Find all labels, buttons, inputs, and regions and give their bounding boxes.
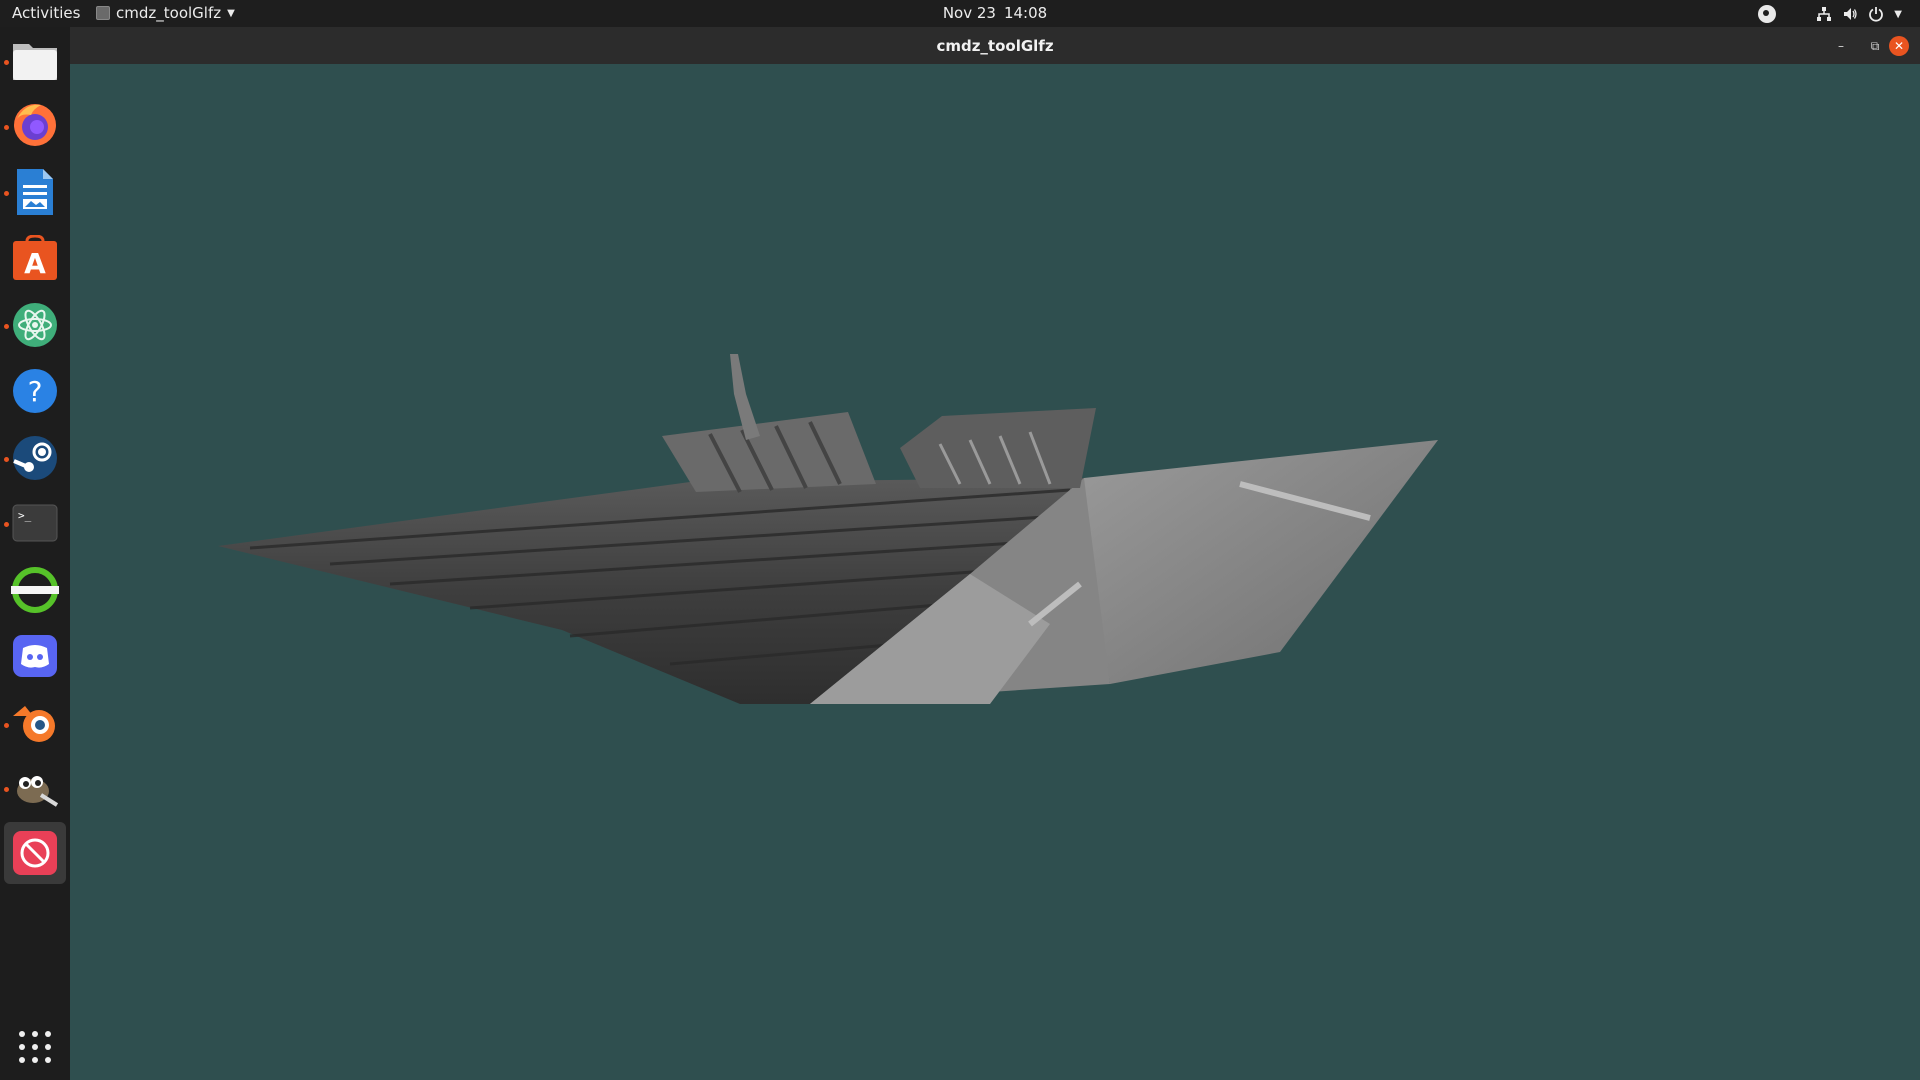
minimize-icon: – xyxy=(1838,39,1844,53)
app-window: cmdz_toolGlfz – ⧉ ✕ xyxy=(70,27,1920,1080)
running-indicator xyxy=(4,522,9,527)
no-entry-icon xyxy=(13,831,57,875)
gimp-icon xyxy=(17,776,59,807)
firefox-icon xyxy=(14,104,56,146)
dock-item-steam[interactable] xyxy=(10,433,60,483)
hull-light-surface xyxy=(1082,440,1438,684)
top-bar: Activities cmdz_toolGlfz ▼ Nov 23 14:08 ▼ xyxy=(0,0,1920,27)
dock-item-files[interactable] xyxy=(10,35,60,85)
files-icon xyxy=(13,44,57,80)
discord-icon xyxy=(13,635,57,677)
running-indicator xyxy=(4,787,9,792)
dock-item-libreoffice-writer[interactable] xyxy=(10,167,60,217)
close-button[interactable]: ✕ xyxy=(1889,36,1909,56)
dock-item-cmdz-toolglfz[interactable] xyxy=(4,822,66,884)
svg-text:A: A xyxy=(24,247,46,280)
dock: A ? >_ xyxy=(0,27,70,1080)
close-icon: ✕ xyxy=(1893,39,1905,53)
restore-button[interactable]: ⧉ xyxy=(1865,36,1885,56)
dock-item-help[interactable]: ? xyxy=(10,366,60,416)
minimize-button[interactable]: – xyxy=(1831,36,1851,56)
chevron-down-icon[interactable]: ▼ xyxy=(1894,9,1902,20)
clock[interactable]: Nov 23 14:08 xyxy=(0,4,1920,22)
running-indicator xyxy=(4,60,9,65)
ring-icon xyxy=(11,567,59,613)
window-titlebar[interactable]: cmdz_toolGlfz – ⧉ ✕ xyxy=(70,27,1920,65)
atom-icon xyxy=(13,303,57,347)
dock-item-terminal[interactable]: >_ xyxy=(10,498,60,548)
clock-time: 14:08 xyxy=(1003,4,1048,22)
steam-icon xyxy=(13,436,57,480)
running-indicator xyxy=(4,457,9,462)
render-viewport[interactable] xyxy=(70,64,1920,1080)
running-indicator xyxy=(4,125,9,130)
running-indicator xyxy=(4,324,9,329)
clock-date: Nov 23 xyxy=(942,4,996,22)
3d-model-render xyxy=(218,354,1438,704)
dock-item-ubuntu-software[interactable]: A xyxy=(10,233,60,283)
svg-text:?: ? xyxy=(28,375,43,408)
help-icon: ? xyxy=(13,369,57,413)
running-indicator xyxy=(4,723,9,728)
volume-icon[interactable] xyxy=(1842,6,1858,22)
dock-item-firefox[interactable] xyxy=(10,100,60,150)
blender-icon xyxy=(13,706,55,742)
system-tray[interactable]: ▼ xyxy=(1758,2,1902,26)
superstructure-right xyxy=(900,408,1096,488)
dock-item-blender[interactable] xyxy=(10,698,60,748)
dock-item-gimp[interactable] xyxy=(10,763,60,813)
network-icon[interactable] xyxy=(1816,6,1832,22)
software-icon: A xyxy=(13,235,57,280)
restore-icon: ⧉ xyxy=(1870,38,1880,53)
terminal-icon: >_ xyxy=(12,504,58,542)
writer-icon xyxy=(17,169,53,215)
app-grid-icon[interactable] xyxy=(19,1031,51,1063)
steam-tray-icon[interactable] xyxy=(1758,5,1777,23)
window-title: cmdz_toolGlfz xyxy=(936,37,1054,55)
dock-item-atom[interactable] xyxy=(10,300,60,350)
dock-item-discord[interactable] xyxy=(10,631,60,681)
power-icon[interactable] xyxy=(1868,6,1884,22)
dock-item-app-green[interactable] xyxy=(10,565,60,615)
running-indicator xyxy=(4,191,9,196)
svg-text:>_: >_ xyxy=(18,509,32,522)
